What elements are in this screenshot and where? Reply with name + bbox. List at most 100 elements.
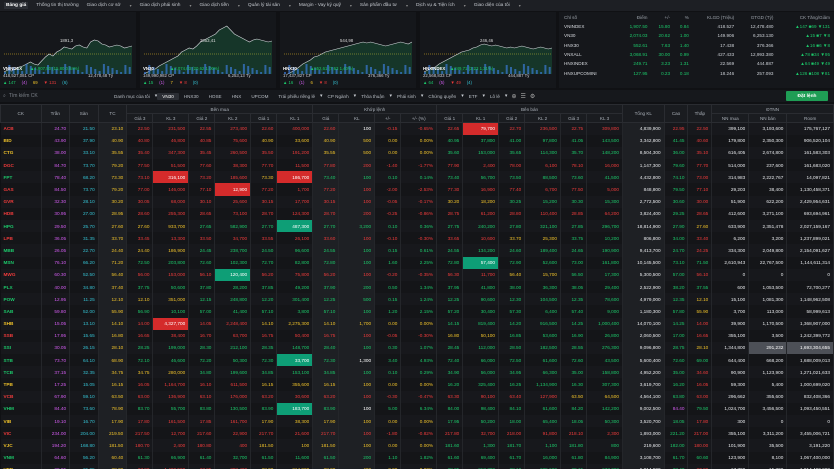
index-row[interactable]: HNXUPCOMINI 127.95 0.23 0.18 18.246 257.093 ▲1… [559, 68, 834, 77]
cell[interactable]: VJC [0, 439, 42, 452]
cell[interactable]: HPG [0, 220, 42, 233]
cell[interactable]: MSN [0, 256, 42, 269]
cell[interactable]: TPB [0, 378, 42, 391]
table-row-hpg[interactable]: HPG 29.50 25.70 27.60 27.60 933,700 27.65 582,9… [0, 220, 834, 233]
cell[interactable]: LPB [0, 232, 42, 245]
nav-item-9[interactable]: Giao diện của tôi [474, 3, 510, 8]
cell[interactable]: BID [0, 134, 42, 147]
cell[interactable]: MBB [0, 244, 42, 257]
search-box[interactable]: ⌕ Tìm kiếm CK [3, 91, 103, 101]
table-row-lpb[interactable]: LPB 36.05 31.35 33.70 33.45 13,300 33.50 34,700… [0, 232, 834, 245]
table-row-vjc[interactable]: VJC 194.20 168.80 181.50 180.70 2,400 180.80 40… [0, 439, 834, 452]
index-row[interactable]: HNX30 552.61 7.63 1.40 17.438 376.366 ▲16 ■6 ▼… [559, 41, 834, 50]
tab-5[interactable]: UPCOM [246, 93, 273, 100]
table-row-vhm[interactable]: VHM 84.40 73.60 78.90 83.70 55,700 83.80 130,50… [0, 402, 834, 415]
table-row-ssi[interactable]: SSI 30.05 26.15 28.10 28.25 199,000 28.30 212,1… [0, 341, 834, 355]
table-row-tpb[interactable]: TPB 17.25 15.05 16.15 16.05 1,164,700 16.10 611… [0, 378, 834, 391]
table-row-shb[interactable]: SHB 15.05 13.10 14.10 14.00 4,327,700 14.05 2,2… [0, 317, 834, 330]
table-row-gvr[interactable]: GVR 32.30 28.10 30.20 30.05 68,000 30.10 25,600… [0, 195, 834, 208]
table-row-vib[interactable]: VIB 19.10 16.70 17.90 17.80 161,500 17.85 161,7… [0, 415, 834, 428]
cell[interactable]: CTG [0, 146, 42, 160]
index-row[interactable]: VNXALL 3,068.91 30.00 0.99 427.433 12,993.380… [559, 50, 834, 59]
table-row-pow[interactable]: POW 12.95 11.25 12.10 12.10 351,000 12.15 248,8… [0, 293, 834, 306]
table-row-stb[interactable]: STB 73.70 64.10 68.90 72.10 46,600 72.20 50,300… [0, 354, 834, 367]
index-row[interactable]: HNXINDEX 249.71 3.23 1.31 22.569 444.887 ▲64 ■… [559, 59, 834, 68]
tab-7[interactable]: CP Ngành [323, 93, 354, 100]
nav-item-2[interactable]: Giao dịch cơ sở [87, 3, 121, 8]
table-row-vcb[interactable]: VCB 67.90 59.10 63.50 63.00 136,900 63.10 176,0… [0, 390, 834, 403]
tab-0[interactable]: Danh mục của tôi [109, 93, 155, 100]
cell[interactable]: VCB [0, 390, 42, 403]
table-row-ssb[interactable]: SSB 17.95 15.65 16.80 16.65 38,400 16.70 63,700… [0, 329, 834, 342]
cell[interactable]: STB [0, 354, 42, 367]
nav-item-7[interactable]: Sản phẩm đầu tư [360, 3, 397, 8]
cell[interactable]: VIB [0, 415, 42, 428]
cell[interactable]: MWG [0, 268, 42, 281]
cell[interactable]: DGC [0, 159, 42, 172]
volume-bar [339, 71, 342, 74]
index-row[interactable]: VN30 2,074.03 20.62 1.00 149.906 6,253.130 ▲15… [559, 31, 834, 40]
cell: 191,200 [276, 146, 314, 160]
index-row[interactable]: VNINDEX 1,907.50 15.80 0.84 418.527 12,478.48… [559, 22, 834, 31]
mini-chart-hnxindex[interactable]: 246,46 HNXINDEX ▲249,71 (3,23 1,31%) 22,568… [420, 12, 556, 88]
settings-icon[interactable]: ⚙ [530, 93, 535, 100]
table-row-mwg[interactable]: MWG 60.30 52.50 56.40 56.00 153,000 56.10 120,4… [0, 268, 834, 281]
place-order-button[interactable]: Đặt lệnh [786, 91, 828, 101]
cell[interactable]: SHB [0, 317, 42, 330]
nav-item-6[interactable]: Margin - Vay ký quỹ [299, 3, 341, 8]
tab-12[interactable]: Lô lẻ [485, 93, 505, 100]
cell[interactable]: SSB [0, 329, 42, 342]
nav-item-1[interactable]: Thống tin thị trường [36, 3, 78, 8]
nav-item-3[interactable]: Giao dịch phái sinh [140, 3, 181, 8]
table-row-sab[interactable]: SAB 59.80 52.00 55.90 56.90 10,100 57.00 41,400… [0, 305, 834, 318]
tab-11[interactable]: ETF [464, 93, 483, 100]
table-row-msn[interactable]: MSN 76.10 66.20 71.20 72.50 203,800 72.60 102,3… [0, 256, 834, 269]
cell[interactable]: GVR [0, 195, 42, 208]
table-row-mbb[interactable]: MBB 26.05 22.70 24.40 24.40 186,900 24.45 238,7… [0, 244, 834, 257]
tab-1[interactable]: VN30 [157, 92, 179, 100]
tab-4[interactable]: HNX [227, 93, 247, 100]
tab-3[interactable]: HOSE [204, 93, 227, 100]
tab-2[interactable]: HNX30 [179, 93, 204, 100]
list-icon[interactable]: ☰ [520, 93, 525, 100]
cell[interactable]: VHM [0, 402, 42, 415]
cell[interactable]: VPB [0, 463, 42, 469]
nav-item-5[interactable]: Quản lý tài sản [248, 3, 280, 8]
cell[interactable]: FPT [0, 171, 42, 184]
table-row-vic[interactable]: VIC 234.00 204.00 219.50 217.50 12,700 217.60 2… [0, 427, 834, 440]
cell[interactable]: POW [0, 293, 42, 306]
table-row-gas[interactable]: GAS 84.50 73.70 79.20 77.00 146,000 77.10 12,90… [0, 183, 834, 196]
cell[interactable]: VIC [0, 427, 42, 440]
tab-10[interactable]: Chứng quyền [423, 93, 461, 100]
tab-8[interactable]: Thỏa thuận [356, 93, 389, 100]
nav-item-4[interactable]: Giao dịch tiền [200, 3, 229, 8]
mini-chart-vn30[interactable]: 2053,41 VN30 ▲2,074,03 (20,62 1,00%) 149,99… [140, 12, 276, 88]
table-row-plx[interactable]: PLX 40.00 34.80 37.40 37.75 50,600 37.80 28,200… [0, 280, 834, 294]
cell[interactable]: SSI [0, 341, 42, 355]
cell[interactable]: ACB [0, 122, 42, 135]
cell[interactable]: TCB [0, 366, 42, 379]
nav-item-0[interactable]: Bảng giá [4, 2, 29, 9]
cell: 64,200 [586, 207, 623, 220]
table-row-acb[interactable]: ACB 24.70 21.50 23.10 22.50 231,500 22.55 273,4… [0, 122, 834, 135]
mini-chart-vnindex[interactable]: 1891,3 VNINDEX ▲1,907,50 (15,80 0,84%) 418,… [0, 12, 136, 88]
mini-chart-hnx30[interactable]: 544,98 HNX30 ▲552,61 (7,63 1,40%) 17,437,82… [280, 12, 416, 88]
cell[interactable]: HDB [0, 207, 42, 220]
cell: 180.80 [188, 439, 216, 452]
nav-item-8[interactable]: Dịch vụ & Tiện ích [416, 3, 455, 8]
tab-9[interactable]: Phái sinh [392, 93, 421, 100]
table-row-fpt[interactable]: FPT 78.40 68.20 73.30 73.10 316,100 73.20 185,6… [0, 171, 834, 184]
table-row-vnm[interactable]: VNM 64.60 56.20 60.40 61.30 66,900 61.40 32,700… [0, 451, 834, 464]
table-row-bid[interactable]: BID 43.90 37.90 40.90 40.80 46,800 40.85 75,600… [0, 134, 834, 147]
table-row-hdb[interactable]: HDB 30.95 27.00 28.95 28.60 255,300 28.65 73,10… [0, 207, 834, 220]
add-icon[interactable]: ⊕ [511, 93, 516, 100]
table-row-dgc[interactable]: DGC 84.70 73.70 79.20 77.50 51,500 77.60 38,300… [0, 159, 834, 172]
cell[interactable]: GAS [0, 183, 42, 196]
table-row-tcb[interactable]: TCB 37.15 32.35 34.75 34.75 280,000 34.80 199,6… [0, 366, 834, 379]
cell[interactable]: PLX [0, 280, 42, 294]
tab-6[interactable]: Trái phiếu riêng lẻ [273, 93, 320, 100]
table-row-ctg[interactable]: CTG 38.00 33.10 35.55 35.40 347,300 35.45 260,5… [0, 146, 834, 160]
cell[interactable]: VNM [0, 451, 42, 464]
table-row-vpb[interactable]: VPB29.9526.0528.0027.901,400,50027.95398… [0, 463, 834, 469]
cell[interactable]: SAB [0, 305, 42, 318]
